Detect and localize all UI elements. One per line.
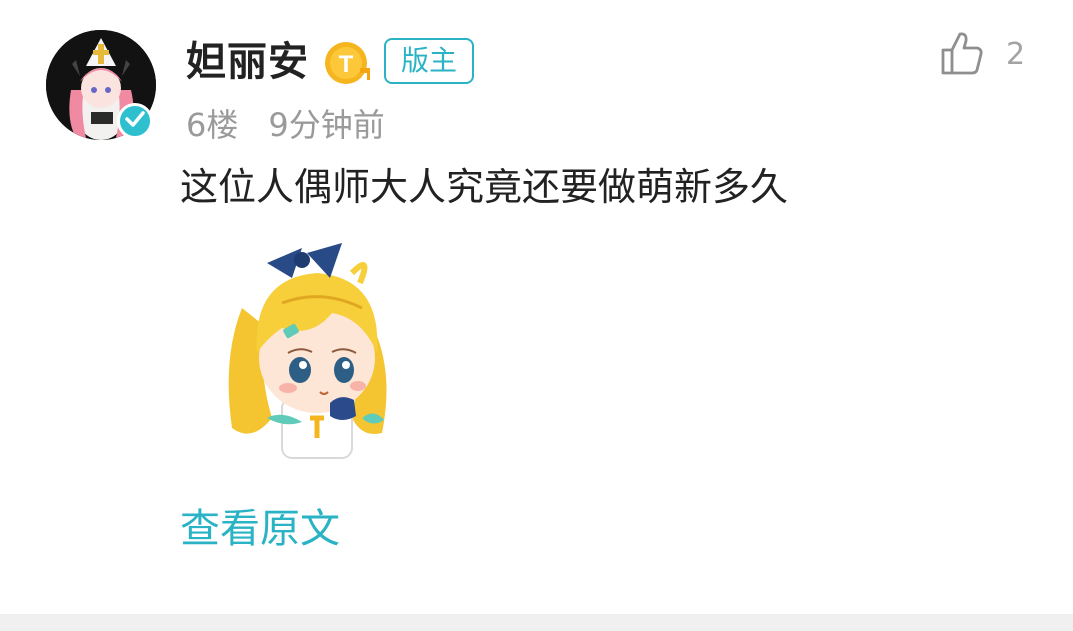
post-meta: 6楼 9分钟前	[186, 104, 385, 146]
check-icon	[125, 111, 145, 131]
post-time: 9分钟前	[268, 106, 385, 144]
verified-badge	[117, 103, 153, 139]
level-badge-letter: T	[339, 51, 354, 78]
like-count: 2	[1006, 37, 1026, 72]
role-badge: 版主	[384, 38, 474, 84]
sticker-image[interactable]	[212, 228, 412, 468]
like-button[interactable]: 2	[940, 30, 1025, 80]
username[interactable]: 妲丽安	[186, 36, 309, 88]
level-badge: T	[324, 40, 372, 86]
avatar[interactable]	[46, 30, 156, 140]
thumbs-up-icon	[940, 30, 984, 80]
floor-number: 6楼	[186, 106, 239, 144]
section-divider	[0, 614, 1073, 631]
comment-text: 这位人偶师大人究竟还要做萌新多久	[180, 165, 789, 209]
view-original-link[interactable]: 查看原文	[180, 504, 340, 554]
comment-post: 妲丽安 T 版主 6楼 9分钟前 2 这位人偶师大人究竟还要做萌新多久 查看原文	[0, 0, 1073, 614]
